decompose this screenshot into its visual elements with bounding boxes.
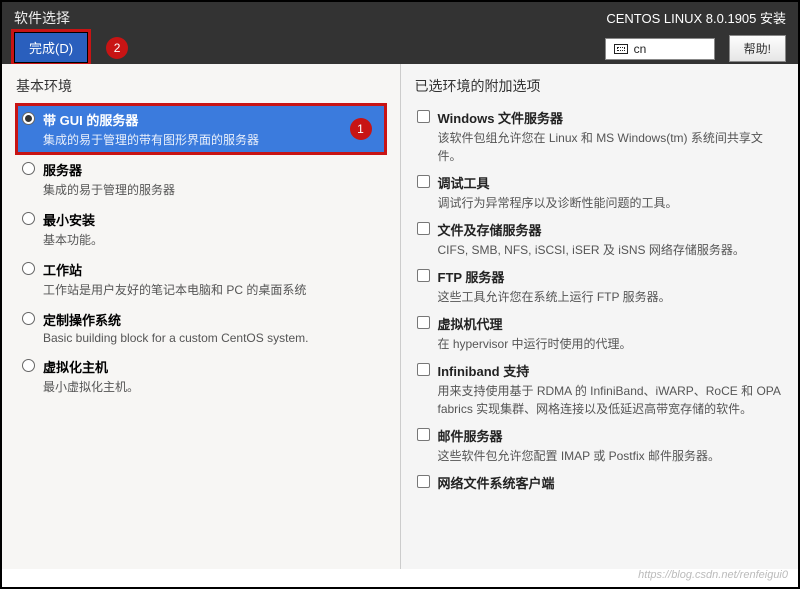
content: 基本环境 带 GUI 的服务器集成的易于管理的带有图形界面的服务器1服务器集成的… <box>2 64 798 569</box>
addon-text: 邮件服务器这些软件包允许您配置 IMAP 或 Postfix 邮件服务器。 <box>438 426 783 465</box>
environment-text: 虚拟化主机最小虚拟化主机。 <box>43 357 380 395</box>
base-environment-heading: 基本环境 <box>16 76 386 96</box>
page-title: 软件选择 <box>14 8 128 28</box>
addon-text: Windows 文件服务器该软件包组允许您在 Linux 和 MS Window… <box>438 108 783 165</box>
addon-desc: 这些软件包允许您配置 IMAP 或 Postfix 邮件服务器。 <box>438 447 783 465</box>
checkbox-icon[interactable] <box>417 363 430 376</box>
addon-text: 虚拟机代理在 hypervisor 中运行时使用的代理。 <box>438 314 783 353</box>
addon-heading: 已选环境的附加选项 <box>415 76 785 96</box>
done-button[interactable]: 完成(D) <box>14 32 88 63</box>
addon-name: 邮件服务器 <box>438 426 783 445</box>
checkbox-icon[interactable] <box>417 175 430 188</box>
environment-item[interactable]: 最小安装基本功能。 <box>16 204 386 254</box>
radio-icon[interactable] <box>22 112 35 125</box>
environment-item[interactable]: 虚拟化主机最小虚拟化主机。 <box>16 351 386 401</box>
addon-item[interactable]: FTP 服务器这些工具允许您在系统上运行 FTP 服务器。 <box>415 263 785 310</box>
environment-desc: Basic building block for a custom CentOS… <box>43 331 380 345</box>
addon-name: FTP 服务器 <box>438 267 783 286</box>
keyboard-label: cn <box>634 42 647 56</box>
environment-name: 定制操作系统 <box>43 310 380 329</box>
addon-item[interactable]: 文件及存储服务器 CIFS, SMB, NFS, iSCSI, iSER 及 iS… <box>415 216 785 263</box>
environment-item[interactable]: 带 GUI 的服务器集成的易于管理的带有图形界面的服务器1 <box>16 104 386 154</box>
addon-name: Infiniband 支持 <box>438 361 783 380</box>
environment-desc: 工作站是用户友好的笔记本电脑和 PC 的桌面系统 <box>43 281 380 298</box>
addon-name: 虚拟机代理 <box>438 314 783 333</box>
addon-name: 网络文件系统客户端 <box>438 473 783 492</box>
addon-desc: 用来支持使用基于 RDMA 的 InfiniBand、iWARP、RoCE 和 … <box>438 382 783 418</box>
keyboard-icon <box>614 44 628 54</box>
environment-name: 带 GUI 的服务器 <box>43 110 380 129</box>
header: 软件选择 完成(D) 2 CENTOS LINUX 8.0.1905 安装 cn… <box>2 2 798 64</box>
radio-icon[interactable] <box>22 262 35 275</box>
checkbox-icon[interactable] <box>417 269 430 282</box>
addon-item[interactable]: Windows 文件服务器该软件包组允许您在 Linux 和 MS Window… <box>415 104 785 169</box>
addon-desc: 调试行为异常程序以及诊断性能问题的工具。 <box>438 194 783 212</box>
annotation-marker-1: 1 <box>350 118 372 140</box>
environment-desc: 集成的易于管理的带有图形界面的服务器 <box>43 131 380 148</box>
header-left: 软件选择 完成(D) 2 <box>14 8 128 64</box>
environment-text: 服务器集成的易于管理的服务器 <box>43 160 380 198</box>
addon-item[interactable]: 网络文件系统客户端 <box>415 469 785 496</box>
addon-desc: 这些工具允许您在系统上运行 FTP 服务器。 <box>438 288 783 306</box>
addon-name: 调试工具 <box>438 173 783 192</box>
addon-desc: 在 hypervisor 中运行时使用的代理。 <box>438 335 783 353</box>
addon-desc: 该软件包组允许您在 Linux 和 MS Windows(tm) 系统间共享文件… <box>438 129 783 165</box>
done-row: 完成(D) 2 <box>14 32 128 63</box>
checkbox-icon[interactable] <box>417 316 430 329</box>
environment-desc: 最小虚拟化主机。 <box>43 378 380 395</box>
addon-text: 文件及存储服务器 CIFS, SMB, NFS, iSCSI, iSER 及 iS… <box>438 220 783 259</box>
environment-name: 工作站 <box>43 260 380 279</box>
environment-item[interactable]: 定制操作系统 Basic building block for a custom … <box>16 304 386 351</box>
header-controls: cn 帮助! <box>605 35 786 62</box>
environment-item[interactable]: 服务器集成的易于管理的服务器 <box>16 154 386 204</box>
addon-text: 调试工具调试行为异常程序以及诊断性能问题的工具。 <box>438 173 783 212</box>
environment-text: 带 GUI 的服务器集成的易于管理的带有图形界面的服务器 <box>43 110 380 148</box>
checkbox-icon[interactable] <box>417 475 430 488</box>
checkbox-icon[interactable] <box>417 428 430 441</box>
addon-list: Windows 文件服务器该软件包组允许您在 Linux 和 MS Window… <box>415 104 785 496</box>
environment-desc: 集成的易于管理的服务器 <box>43 181 380 198</box>
environment-text: 最小安装基本功能。 <box>43 210 380 248</box>
environment-name: 虚拟化主机 <box>43 357 380 376</box>
addon-text: Infiniband 支持用来支持使用基于 RDMA 的 InfiniBand、… <box>438 361 783 418</box>
environment-text: 定制操作系统 Basic building block for a custom … <box>43 310 380 345</box>
install-title: CENTOS LINUX 8.0.1905 安装 <box>605 8 786 27</box>
help-button[interactable]: 帮助! <box>729 35 786 62</box>
environment-text: 工作站工作站是用户友好的笔记本电脑和 PC 的桌面系统 <box>43 260 380 298</box>
environment-list: 带 GUI 的服务器集成的易于管理的带有图形界面的服务器1服务器集成的易于管理的… <box>16 104 386 401</box>
addon-text: 网络文件系统客户端 <box>438 473 783 492</box>
addon-text: FTP 服务器这些工具允许您在系统上运行 FTP 服务器。 <box>438 267 783 306</box>
addon-desc: CIFS, SMB, NFS, iSCSI, iSER 及 iSNS 网络存储服… <box>438 241 783 259</box>
annotation-marker-2: 2 <box>106 37 128 59</box>
addon-item[interactable]: 调试工具调试行为异常程序以及诊断性能问题的工具。 <box>415 169 785 216</box>
environment-item[interactable]: 工作站工作站是用户友好的笔记本电脑和 PC 的桌面系统 <box>16 254 386 304</box>
keyboard-indicator[interactable]: cn <box>605 38 715 60</box>
checkbox-icon[interactable] <box>417 222 430 235</box>
header-right: CENTOS LINUX 8.0.1905 安装 cn 帮助! <box>605 8 786 64</box>
environment-desc: 基本功能。 <box>43 231 380 248</box>
addon-item[interactable]: 邮件服务器这些软件包允许您配置 IMAP 或 Postfix 邮件服务器。 <box>415 422 785 469</box>
watermark: https://blog.csdn.net/renfeigui0 <box>2 569 798 587</box>
radio-icon[interactable] <box>22 212 35 225</box>
environment-name: 服务器 <box>43 160 380 179</box>
addon-item[interactable]: 虚拟机代理在 hypervisor 中运行时使用的代理。 <box>415 310 785 357</box>
radio-icon[interactable] <box>22 312 35 325</box>
checkbox-icon[interactable] <box>417 110 430 123</box>
addon-name: Windows 文件服务器 <box>438 108 783 127</box>
radio-icon[interactable] <box>22 162 35 175</box>
addon-item[interactable]: Infiniband 支持用来支持使用基于 RDMA 的 InfiniBand、… <box>415 357 785 422</box>
addon-name: 文件及存储服务器 <box>438 220 783 239</box>
addon-panel: 已选环境的附加选项 Windows 文件服务器该软件包组允许您在 Linux 和… <box>401 64 799 569</box>
radio-icon[interactable] <box>22 359 35 372</box>
environment-name: 最小安装 <box>43 210 380 229</box>
base-environment-panel: 基本环境 带 GUI 的服务器集成的易于管理的带有图形界面的服务器1服务器集成的… <box>2 64 401 569</box>
